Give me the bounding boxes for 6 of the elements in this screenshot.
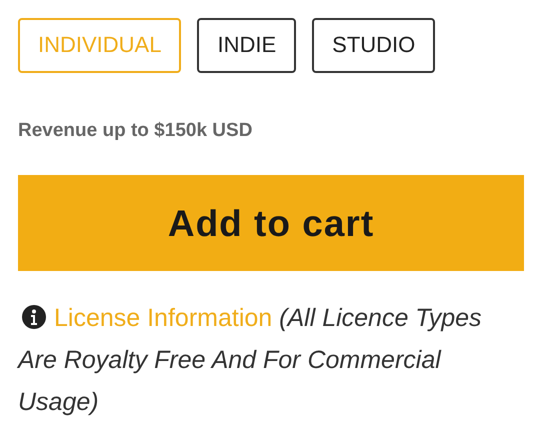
add-to-cart-button[interactable]: Add to cart xyxy=(18,175,524,272)
info-icon xyxy=(22,305,46,330)
tier-button[interactable]: INDIE xyxy=(197,18,296,73)
revenue-text: Revenue up to $150k USD xyxy=(18,118,254,143)
tier-button[interactable]: STUDIO xyxy=(312,18,436,73)
license-note: License Information (All Licence Types Are Royalty Free And For Commercial Usage) xyxy=(18,303,483,418)
